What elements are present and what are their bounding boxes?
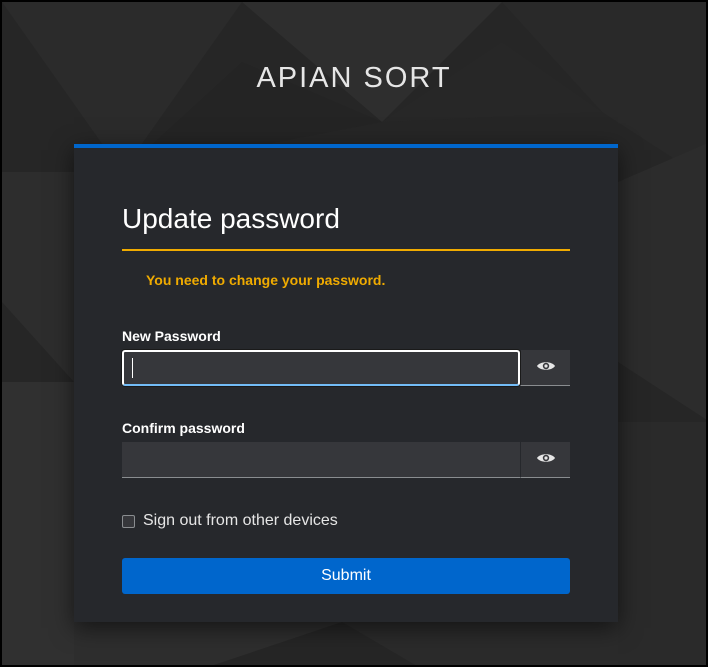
login-page: APIAN SORT Update password You need to c… [0, 0, 708, 667]
sign-out-option: Sign out from other devices [122, 512, 338, 530]
sign-out-label[interactable]: Sign out from other devices [143, 512, 338, 530]
text-caret [132, 358, 133, 378]
brand-title: APIAN SORT [256, 62, 452, 94]
page-title: Update password [122, 203, 340, 234]
show-new-password-button[interactable] [520, 350, 570, 386]
new-password-label: New Password [122, 328, 221, 344]
new-password-input[interactable] [122, 350, 520, 386]
new-password-group [122, 350, 570, 386]
submit-button[interactable]: Submit [122, 558, 570, 594]
confirm-password-input[interactable] [122, 442, 520, 478]
confirm-password-group [122, 442, 570, 478]
title-divider [122, 249, 570, 251]
sign-out-checkbox[interactable] [122, 514, 135, 528]
update-password-card: Update password You need to change your … [74, 144, 618, 622]
confirm-password-label: Confirm password [122, 420, 245, 436]
eye-icon [536, 451, 556, 468]
eye-icon [536, 359, 556, 376]
show-confirm-password-button[interactable] [520, 442, 570, 478]
warning-message: You need to change your password. [146, 272, 386, 288]
